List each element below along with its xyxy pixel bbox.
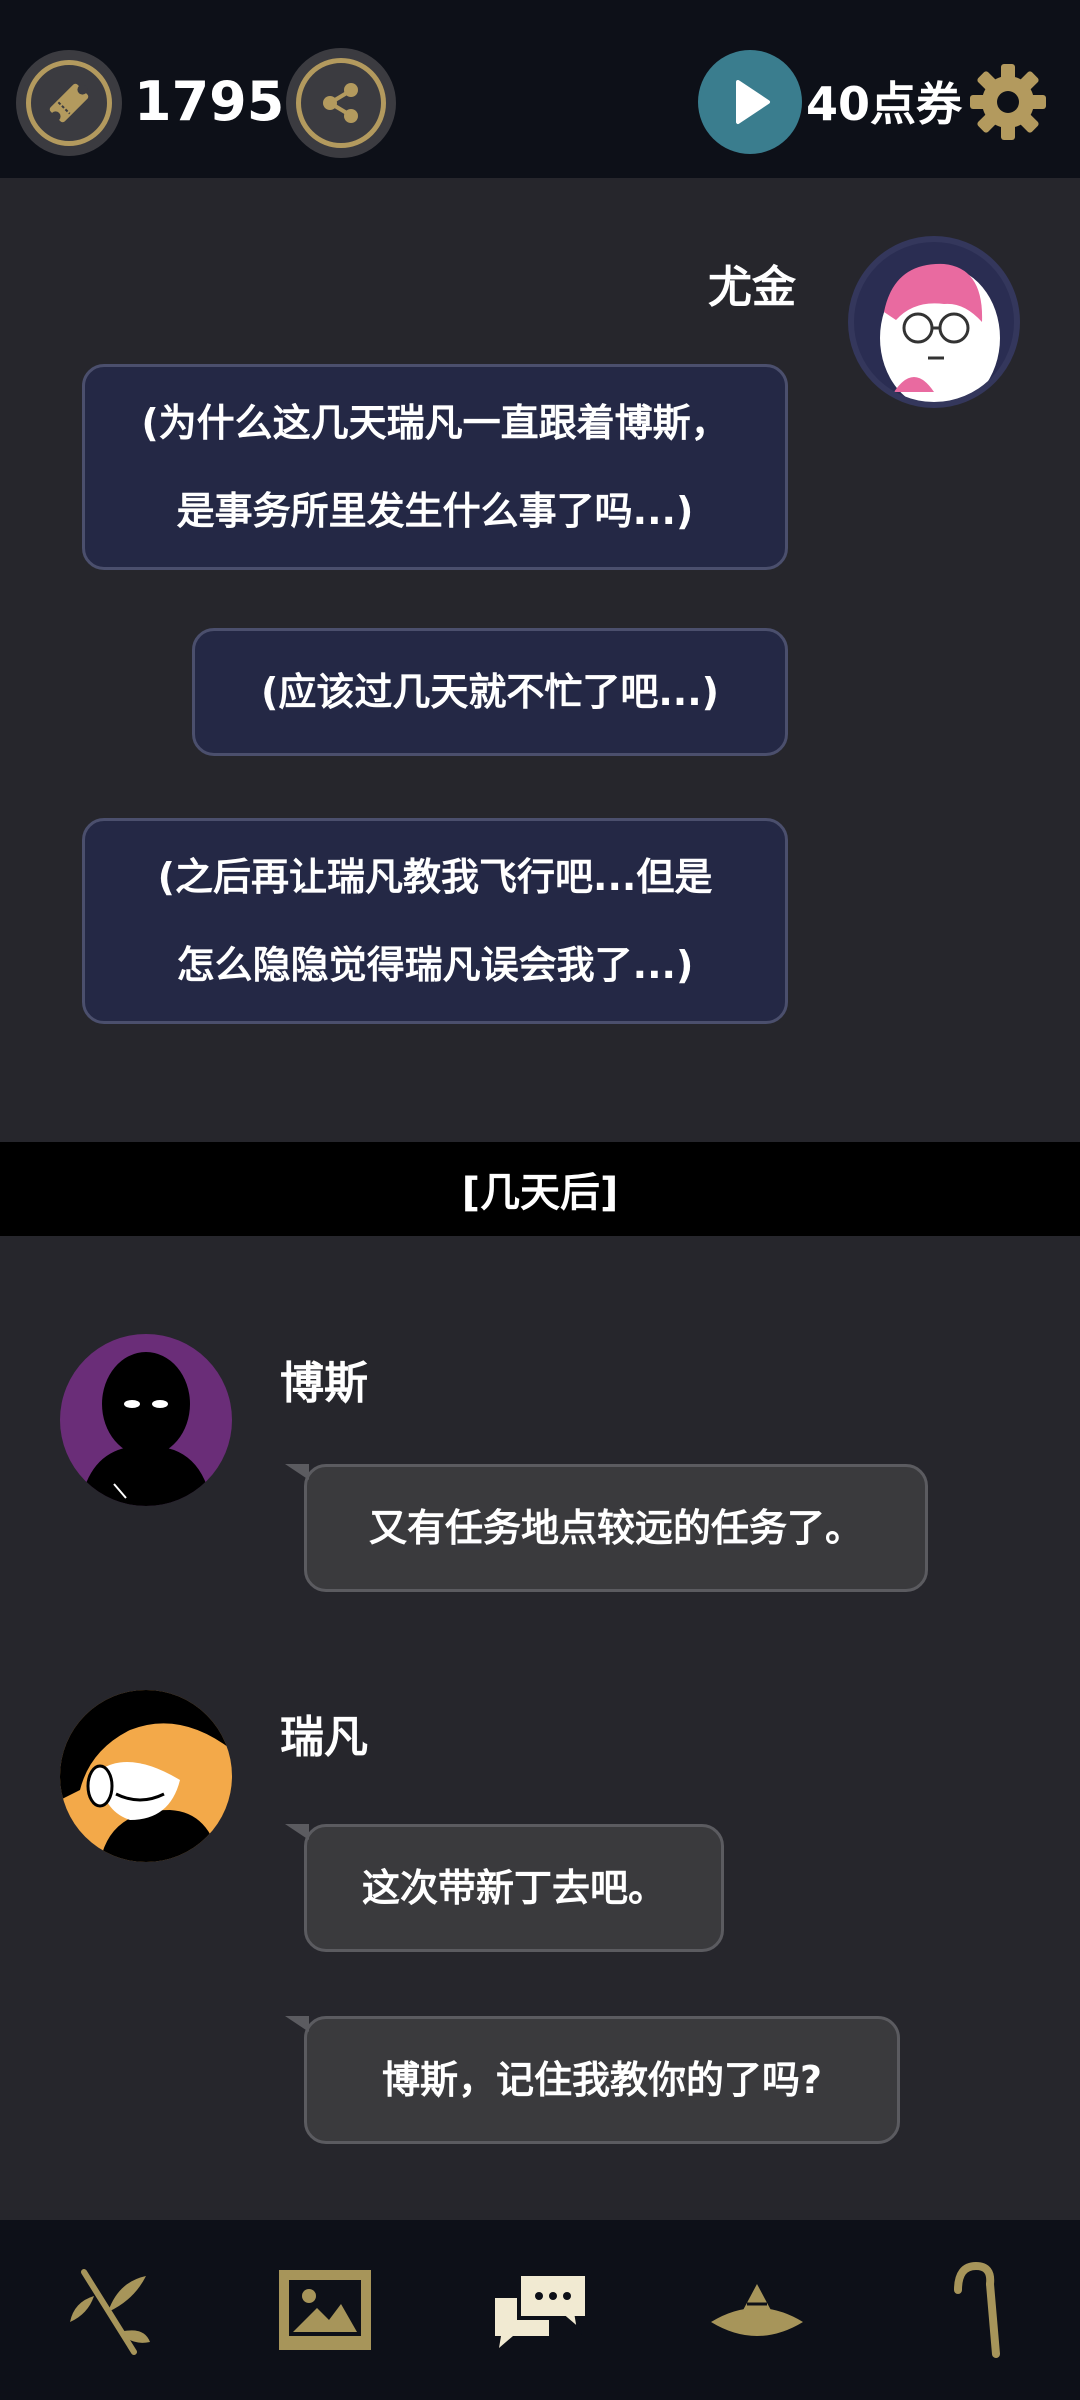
message-bubble: 这次带新丁去吧。	[285, 1824, 724, 1952]
nav-branch[interactable]	[54, 2260, 164, 2360]
speaker-name-eugene: 尤金	[708, 262, 796, 313]
avatar-ruifan	[60, 1690, 232, 1862]
cane-icon	[954, 2261, 1000, 2358]
avatar-eugene	[848, 236, 1020, 408]
share-icon	[323, 83, 358, 123]
message-bubble: (应该过几天就不忙了吧...)	[192, 628, 788, 756]
top-bar: 1795 40点券	[0, 0, 1080, 178]
avatar-boss	[60, 1334, 232, 1506]
nav-gallery[interactable]	[270, 2260, 380, 2360]
message-line: (应该过几天就不忙了吧...)	[260, 670, 720, 714]
message-line: 怎么隐隐觉得瑞凡误会我了...)	[176, 943, 694, 987]
nav-hat[interactable]	[702, 2260, 812, 2360]
message-bubble: 博斯，记住我教你的了吗?	[285, 2016, 900, 2144]
time-divider: [几天后]	[0, 1142, 1080, 1236]
nav-chat[interactable]	[486, 2260, 596, 2360]
gallery-icon	[279, 2270, 371, 2350]
bottom-nav	[0, 2220, 1080, 2400]
ticket-count: 1795	[134, 70, 285, 133]
message-line: 博斯，记住我教你的了吗?	[381, 2058, 823, 2102]
chat-log[interactable]: 尤金 (为什么这几天瑞凡一直跟着博斯， 是事务所里发生什么事了吗...) (应该…	[0, 178, 1080, 2220]
message-line: (之后再让瑞凡教我飞行吧...但是	[157, 855, 713, 899]
message-line: (为什么这几天瑞凡一直跟着博斯，	[141, 401, 729, 445]
play-ad-button[interactable]	[698, 50, 802, 154]
gear-icon[interactable]	[968, 62, 1048, 142]
ticket-icon	[49, 83, 89, 123]
points-label: 40点券	[806, 77, 963, 131]
branch-icon	[70, 2269, 150, 2355]
ticket-button[interactable]	[16, 50, 122, 156]
message-line: 这次带新丁去吧。	[361, 1866, 666, 1910]
nav-cane[interactable]	[918, 2260, 1028, 2360]
share-button[interactable]	[286, 48, 396, 158]
speaker-name-boss: 博斯	[280, 1358, 368, 1409]
hat-icon	[711, 2284, 803, 2336]
message-bubble: (为什么这几天瑞凡一直跟着博斯， 是事务所里发生什么事了吗...)	[82, 364, 788, 570]
speaker-name-ruifan: 瑞凡	[280, 1712, 368, 1763]
message-line: 是事务所里发生什么事了吗...)	[176, 489, 694, 533]
play-icon	[736, 80, 770, 124]
message-line: 又有任务地点较远的任务了。	[368, 1506, 863, 1550]
message-bubble: 又有任务地点较远的任务了。	[285, 1464, 928, 1592]
message-bubble: (之后再让瑞凡教我飞行吧...但是 怎么隐隐觉得瑞凡误会我了...)	[82, 818, 788, 1024]
chat-icon	[495, 2272, 589, 2348]
